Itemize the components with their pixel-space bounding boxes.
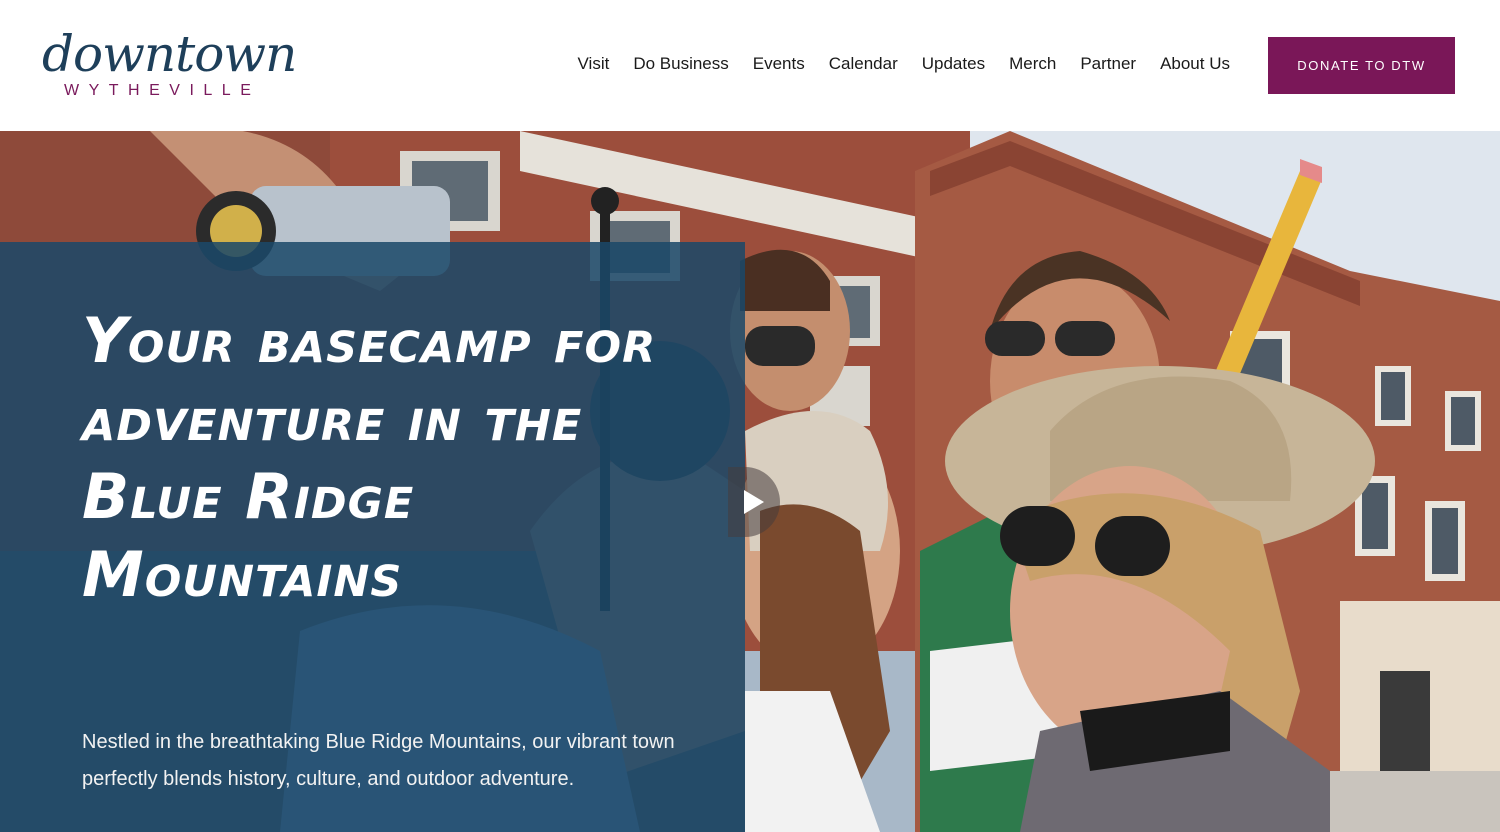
nav-merch[interactable]: Merch (1009, 52, 1056, 76)
play-icon (744, 490, 764, 514)
logo-sub-text: WYTHEVILLE (64, 82, 261, 99)
hero-text-panel: Your basecamp for adventure in the Blue … (0, 242, 745, 832)
nav-visit[interactable]: Visit (578, 52, 610, 76)
hero-section: Your basecamp for adventure in the Blue … (0, 131, 1500, 832)
nav-events[interactable]: Events (753, 52, 805, 76)
site-header: downtown WYTHEVILLE Visit Do Business Ev… (0, 0, 1500, 131)
nav-updates[interactable]: Updates (922, 52, 985, 76)
logo-script-text: downtown (42, 25, 297, 83)
main-nav: Visit Do Business Events Calendar Update… (578, 52, 1230, 76)
nav-partner[interactable]: Partner (1080, 52, 1136, 76)
hero-headline: Your basecamp for adventure in the Blue … (82, 304, 657, 611)
site-logo[interactable]: downtown WYTHEVILLE (42, 26, 297, 106)
nav-about-us[interactable]: About Us (1160, 52, 1230, 76)
nav-do-business[interactable]: Do Business (633, 52, 728, 76)
donate-button[interactable]: DONATE TO DTW (1268, 37, 1455, 94)
hero-subtext: Nestled in the breathtaking Blue Ridge M… (82, 731, 675, 790)
nav-calendar[interactable]: Calendar (829, 52, 898, 76)
